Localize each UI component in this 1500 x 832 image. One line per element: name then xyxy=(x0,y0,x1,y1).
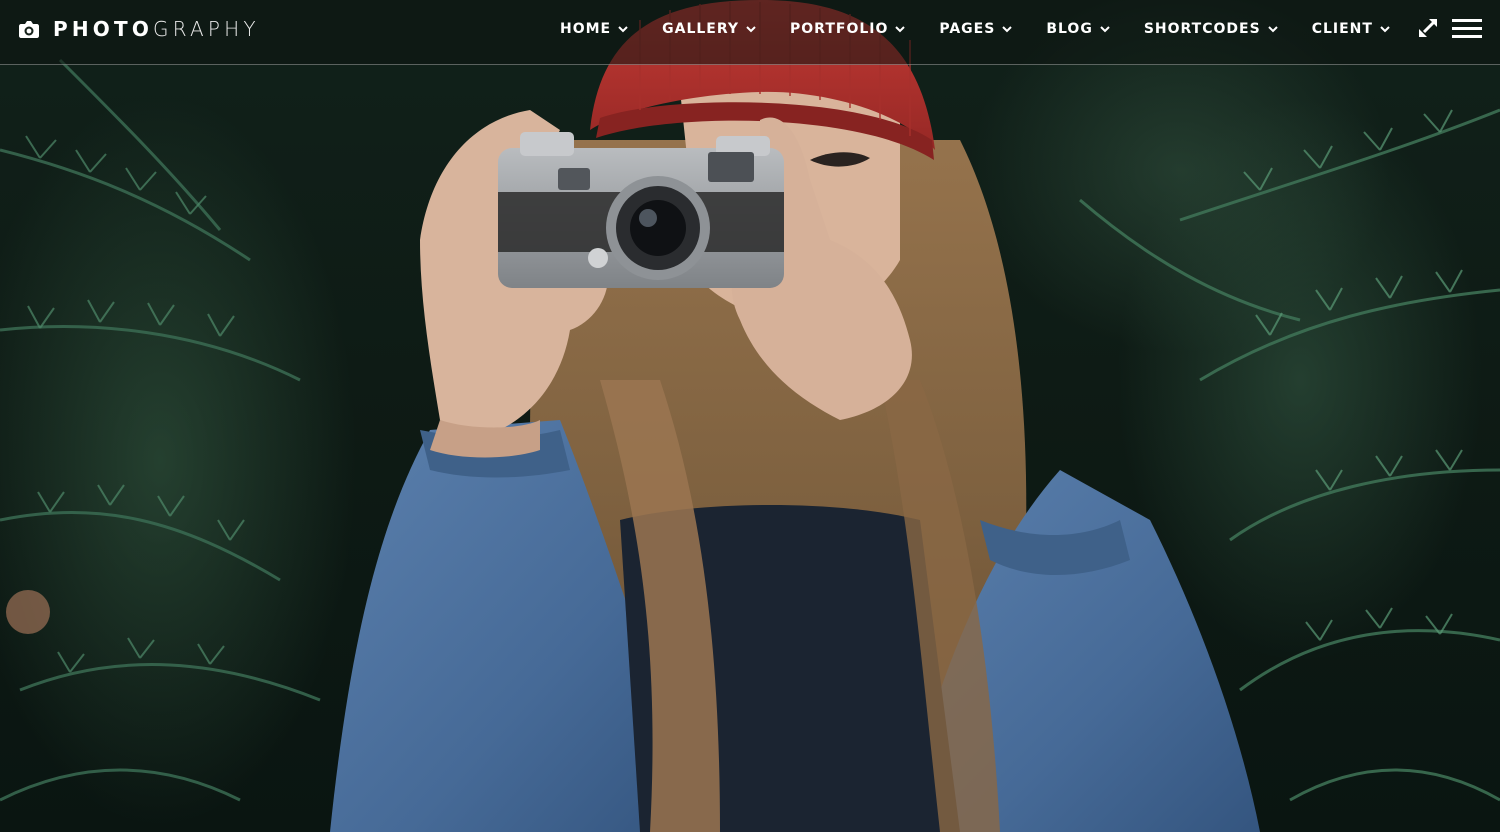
chevron-down-icon xyxy=(1380,25,1390,32)
nav-label-client: CLIENT xyxy=(1311,21,1373,37)
nav-item-gallery[interactable]: GALLERY xyxy=(662,21,756,37)
nav-item-shortcodes[interactable]: SHORTCODES xyxy=(1144,21,1278,37)
site-title-light: GRAPHY xyxy=(153,17,260,41)
nav-label-shortcodes: SHORTCODES xyxy=(1143,21,1261,37)
nav-item-blog[interactable]: BLOG xyxy=(1046,21,1110,37)
menu-button[interactable] xyxy=(1452,18,1482,40)
fullscreen-button[interactable] xyxy=(1416,16,1440,40)
hero-photo xyxy=(0,0,1500,832)
chevron-down-icon xyxy=(1100,25,1110,32)
nav-item-home[interactable]: HOME xyxy=(560,21,628,37)
nav-label-gallery: GALLERY xyxy=(662,21,740,37)
chevron-down-icon xyxy=(1002,25,1013,32)
chevron-down-icon xyxy=(1267,25,1278,32)
chevron-down-icon xyxy=(895,25,906,32)
main-nav: HOME GALLERY PORTFOLIO PAGES BLOG SHORTC… xyxy=(560,18,1390,40)
camera-icon xyxy=(19,21,39,38)
chevron-down-icon xyxy=(618,25,628,32)
nav-label-blog: BLOG xyxy=(1046,21,1093,37)
nav-item-portfolio[interactable]: PORTFOLIO xyxy=(790,21,906,37)
nav-label-pages: PAGES xyxy=(939,21,996,37)
site-title: PHOTOGRAPHY xyxy=(53,17,260,41)
nav-item-client[interactable]: CLIENT xyxy=(1312,21,1390,37)
chevron-down-icon xyxy=(746,25,756,32)
expand-icon xyxy=(1419,19,1437,37)
nav-label-portfolio: PORTFOLIO xyxy=(790,21,889,37)
hero-illustration xyxy=(0,0,1500,832)
hamburger-menu-icon xyxy=(1452,19,1482,38)
site-title-bold: PHOTO xyxy=(53,17,154,41)
site-header: PHOTOGRAPHY HOME GALLERY PORTFOLIO PAGES… xyxy=(0,0,1500,65)
page: PHOTOGRAPHY HOME GALLERY PORTFOLIO PAGES… xyxy=(0,0,1500,832)
site-logo[interactable]: PHOTOGRAPHY xyxy=(18,16,260,42)
nav-label-home: HOME xyxy=(560,21,612,37)
nav-item-pages[interactable]: PAGES xyxy=(939,21,1013,37)
